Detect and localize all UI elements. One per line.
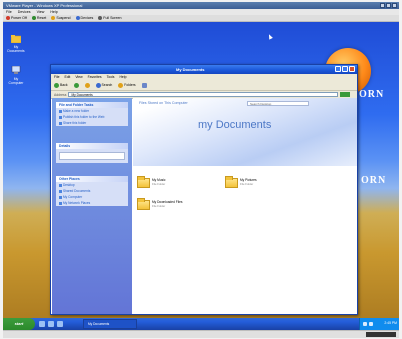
taskbar: start My Documents 2:45 PM <box>3 318 399 330</box>
share-icon <box>59 121 62 125</box>
quick-launch-media-icon[interactable] <box>57 321 63 327</box>
wallpaper-brand-text-2: ORN <box>361 175 387 186</box>
forward-button[interactable] <box>73 82 79 88</box>
desktop-icon <box>59 183 62 187</box>
fullscreen-icon <box>98 16 103 20</box>
minimize-button[interactable] <box>380 3 385 8</box>
host-title: VMware Player - Windows XP Professional <box>6 3 83 8</box>
folder-downloaded-files[interactable]: My Downloaded Files File Folder <box>137 198 182 210</box>
folder-icon <box>59 189 62 193</box>
quick-launch-desktop-icon[interactable] <box>48 321 54 327</box>
quick-launch-ie-icon[interactable] <box>39 321 45 327</box>
folder-icon <box>137 198 150 210</box>
views-icon <box>141 82 147 88</box>
search-input[interactable]: Search Desktop <box>247 101 309 106</box>
clock: 2:45 PM <box>384 321 397 325</box>
folders-icon <box>118 82 124 88</box>
forward-arrow-icon <box>73 82 79 88</box>
devices-button[interactable]: Devices <box>75 16 93 20</box>
reset-icon <box>31 16 36 20</box>
task-pane: File and Folder Tasks Make a new folder … <box>52 98 132 314</box>
address-label: Address <box>54 92 67 97</box>
place-network[interactable]: My Network Places <box>56 200 128 206</box>
search-icon <box>95 82 101 88</box>
desktop-icon-my-computer[interactable]: My Computer <box>6 65 26 85</box>
host-title-bar[interactable]: VMware Player - Windows XP Professional <box>3 2 399 9</box>
details-panel: Details <box>56 143 128 163</box>
mouse-cursor-icon <box>267 33 273 40</box>
folder-my-pictures[interactable]: My Pictures File Folder <box>225 176 257 188</box>
tray-network-icon[interactable] <box>363 322 367 326</box>
devices-icon <box>75 16 80 20</box>
file-folder-tasks-panel: File and Folder Tasks Make a new folder … <box>56 102 128 126</box>
desktop-icon-label: My Computer <box>8 77 24 85</box>
my-documents-banner: Files Stored on This Computer Search Des… <box>133 98 357 166</box>
address-input[interactable]: My Documents <box>68 92 339 97</box>
menu-favorites[interactable]: Favorites <box>88 75 102 79</box>
tray-volume-icon[interactable] <box>369 322 373 326</box>
maximize-button[interactable] <box>342 66 348 72</box>
menu-tools[interactable]: Tools <box>107 75 115 79</box>
go-button[interactable] <box>340 92 351 97</box>
views-button[interactable] <box>141 82 147 88</box>
explorer-window-controls <box>335 66 355 72</box>
close-button[interactable] <box>392 3 397 8</box>
desktop-icon-my-documents[interactable]: My Documents <box>6 34 26 53</box>
explorer-toolbar: Back Search Folders <box>51 80 357 91</box>
minimize-button[interactable] <box>335 66 341 72</box>
taskbar-button-my-documents[interactable]: My Documents <box>83 319 137 329</box>
folder-my-music[interactable]: My Music File Folder <box>137 176 165 188</box>
pictures-folder-icon <box>225 176 238 188</box>
menu-edit[interactable]: Edit <box>64 75 70 79</box>
panel-header[interactable]: Details <box>56 143 128 149</box>
network-icon <box>59 201 62 205</box>
up-folder-icon <box>84 82 90 88</box>
computer-icon <box>11 65 21 74</box>
new-folder-icon <box>59 109 62 113</box>
close-button[interactable] <box>349 66 355 72</box>
music-folder-icon <box>137 176 150 188</box>
explorer-title-bar[interactable]: My Documents <box>51 65 357 74</box>
banner-title: my Documents <box>198 119 272 131</box>
details-field <box>59 152 125 160</box>
suspend-button[interactable]: Suspend <box>51 16 71 20</box>
computer-icon <box>59 195 62 199</box>
quick-launch <box>39 321 63 327</box>
folder-icon <box>10 35 22 44</box>
host-toolbar: Power Off Reset Suspend Devices Full Scr… <box>3 15 399 22</box>
up-button[interactable] <box>84 82 90 88</box>
folder-content-area: Files Stored on This Computer Search Des… <box>133 98 357 314</box>
wallpaper-brand-text: ORN <box>359 89 385 100</box>
menu-help[interactable]: Help <box>119 75 126 79</box>
explorer-window: My Documents File Edit View Favorites To… <box>50 64 358 315</box>
explorer-title: My Documents <box>176 67 205 72</box>
back-arrow-icon <box>54 82 59 88</box>
host-window-controls <box>380 3 397 8</box>
menu-view[interactable]: View <box>75 75 82 79</box>
full-screen-button[interactable]: Full Screen <box>98 16 121 20</box>
host-status-bar <box>3 330 399 338</box>
reset-button[interactable]: Reset <box>31 16 46 20</box>
start-button[interactable]: start <box>3 318 35 330</box>
task-share-folder[interactable]: Share this folder <box>56 120 128 126</box>
maximize-button[interactable] <box>386 3 391 8</box>
search-button[interactable]: Search <box>95 82 112 88</box>
content-header: Files Stored on This Computer <box>139 101 188 105</box>
back-button[interactable]: Back <box>54 82 68 88</box>
power-off-button[interactable]: Power Off <box>6 16 27 20</box>
status-indicator <box>366 332 396 337</box>
power-icon <box>6 16 10 20</box>
vm-viewer-screenshot: VMware Player - Windows XP Professional … <box>0 0 402 339</box>
folders-button[interactable]: Folders <box>118 82 136 88</box>
other-places-panel: Other Places Desktop Shared Documents My… <box>56 176 128 206</box>
publish-icon <box>59 115 62 119</box>
menu-file[interactable]: File <box>54 75 59 79</box>
desktop-icon-label: My Documents <box>7 45 25 53</box>
suspend-icon <box>51 16 56 20</box>
